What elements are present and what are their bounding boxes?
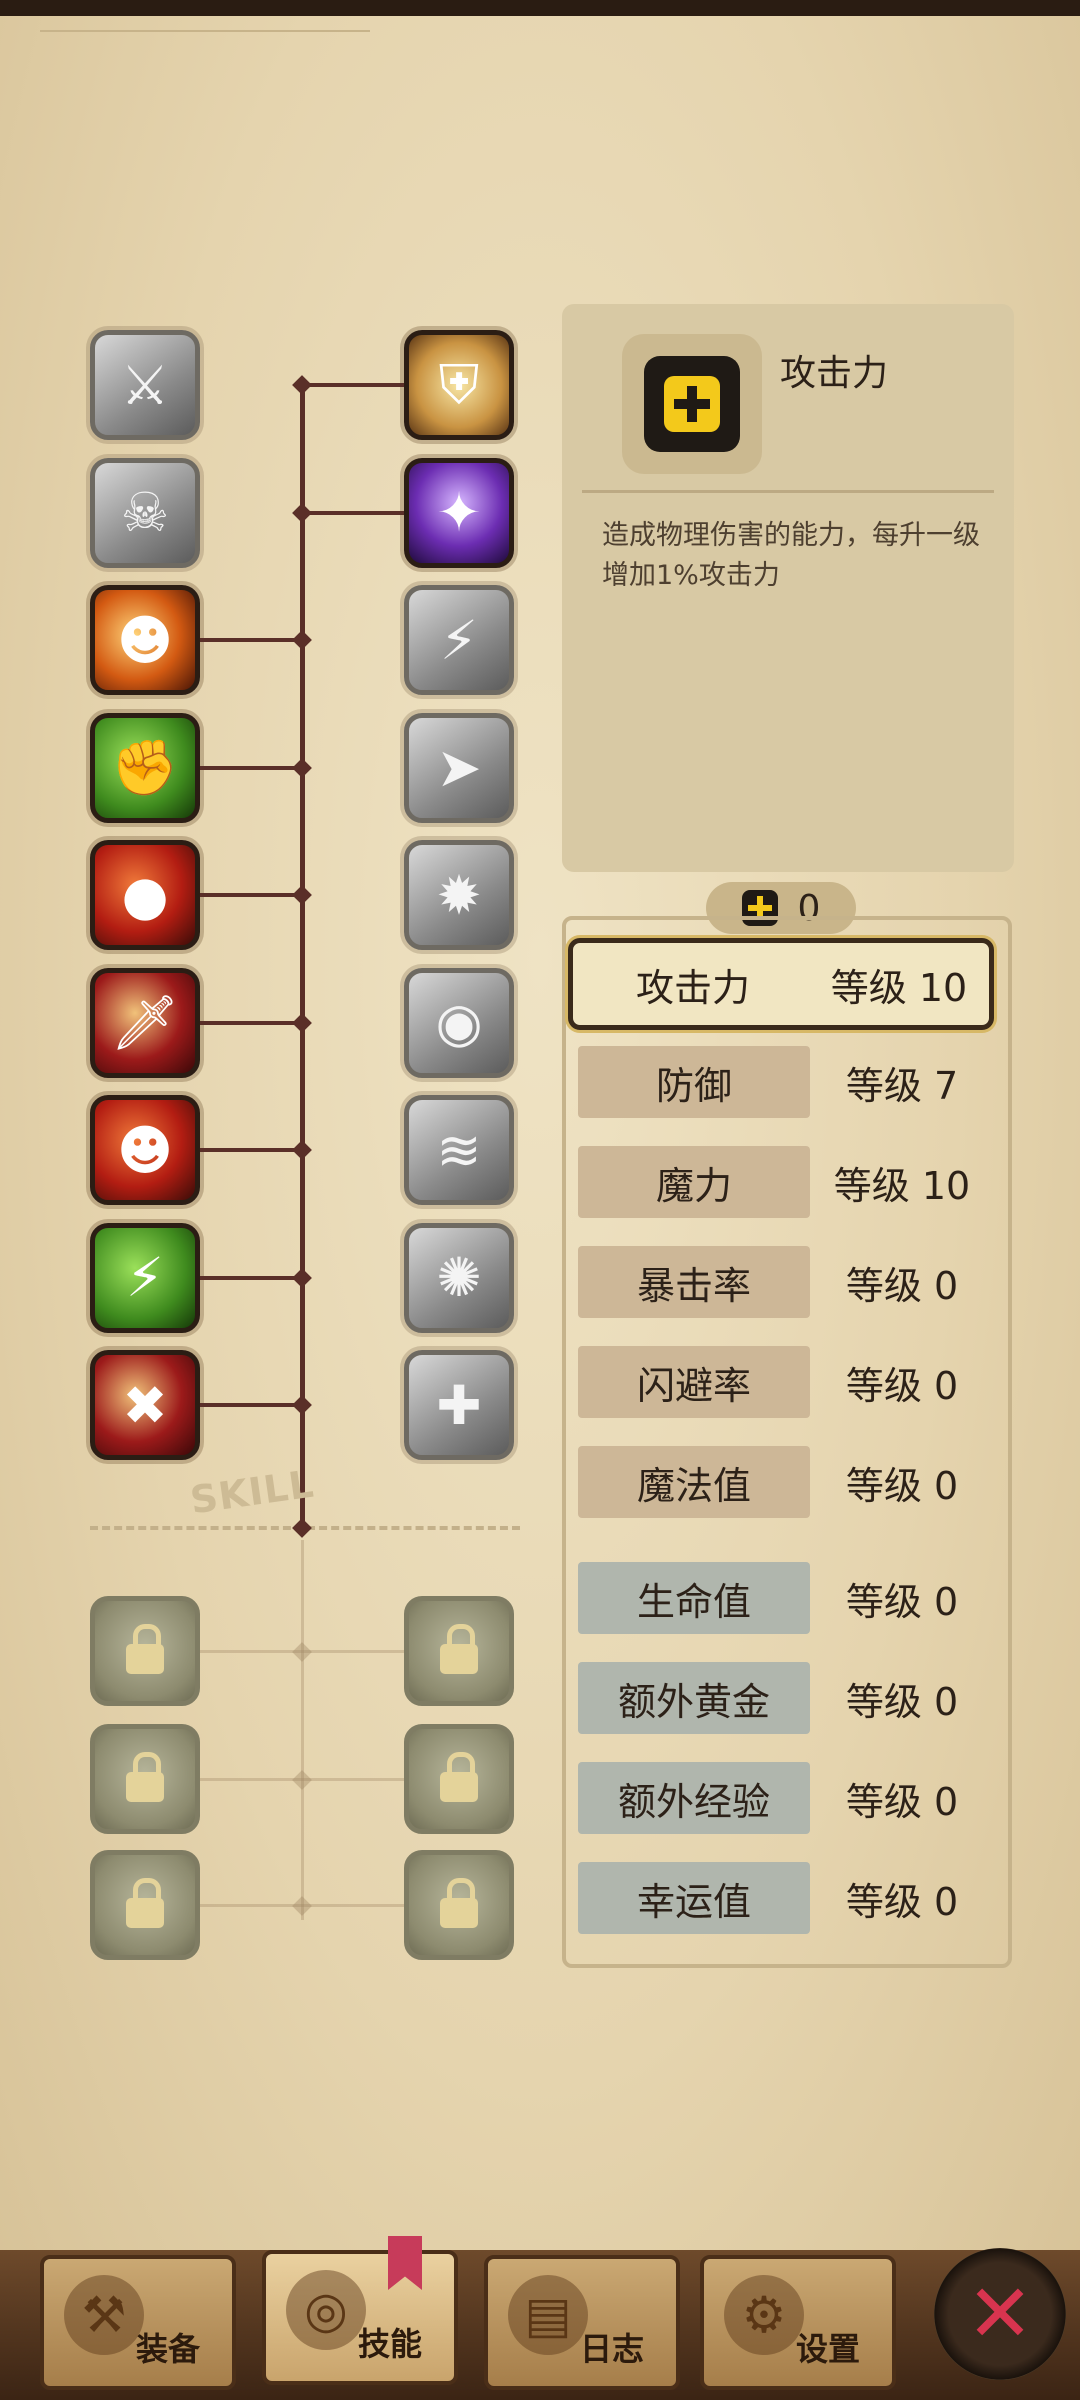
- stat-level: 等级 0: [845, 1463, 959, 1508]
- tree-branch: [200, 765, 302, 770]
- info-divider: [582, 490, 994, 493]
- stat-name: 攻击力: [635, 965, 750, 1010]
- axe-icon: ⚒: [64, 2275, 144, 2355]
- eye-icon[interactable]: ◉: [404, 967, 514, 1078]
- stat-row[interactable]: 防御 等级 7: [574, 1042, 994, 1122]
- stat-level: 等级 0: [845, 1779, 959, 1824]
- stat-row[interactable]: 暴击率 等级 0: [574, 1242, 994, 1322]
- stat-level: 等级 0: [845, 1879, 959, 1924]
- locked-skill-slot[interactable]: [90, 1596, 200, 1706]
- plus-icon: [664, 376, 720, 432]
- smash-icon[interactable]: ✹: [404, 840, 514, 950]
- tab-settings-label: 设置: [795, 2330, 860, 2368]
- top-decor-line: [40, 30, 370, 32]
- shield-icon[interactable]: ⛨: [404, 330, 514, 440]
- stat-level: 等级 0: [845, 1579, 959, 1624]
- tree-branch: [200, 638, 302, 642]
- lock-icon: [126, 1624, 164, 1674]
- lock-icon: [126, 1752, 164, 1802]
- stat-level: 等级 7: [845, 1063, 959, 1108]
- stat-row[interactable]: 额外黄金 等级 0: [574, 1658, 994, 1738]
- stat-level: 等级 0: [845, 1263, 959, 1308]
- stat-row[interactable]: 攻击力 等级 10: [568, 938, 994, 1030]
- info-description: 造成物理伤害的能力，每升一级增加1%攻击力: [602, 520, 980, 591]
- locked-skill-slot[interactable]: [90, 1724, 200, 1834]
- close-icon: ✕: [966, 2267, 1034, 2360]
- dagger-icon[interactable]: 🗡: [90, 967, 200, 1078]
- tab-settings[interactable]: ⚙ 设置: [700, 2255, 896, 2390]
- tree-branch: [200, 1020, 302, 1025]
- stat-row[interactable]: 魔法值 等级 0: [574, 1442, 994, 1522]
- lock-icon: [126, 1878, 164, 1928]
- info-title: 攻击力: [780, 353, 889, 394]
- stat-level: 等级 10: [830, 965, 968, 1010]
- tab-log-label: 日志: [579, 2330, 644, 2368]
- crossed-swords-icon[interactable]: ✖: [90, 1350, 200, 1460]
- locked-skill-slot[interactable]: [404, 1724, 514, 1834]
- stat-level: 等级 0: [845, 1679, 959, 1724]
- charge-icon[interactable]: ➤: [404, 712, 514, 823]
- stat-name: 幸运值: [578, 1862, 810, 1934]
- punch-icon[interactable]: ●: [90, 840, 200, 950]
- close-button[interactable]: ✕: [934, 2248, 1066, 2380]
- skill-info-panel: 攻击力 造成物理伤害的能力，每升一级增加1%攻击力: [562, 304, 1014, 872]
- tree-branch: [302, 383, 404, 387]
- rage-icon[interactable]: ☻: [90, 585, 200, 695]
- sparkle-icon[interactable]: ✚: [404, 1350, 514, 1460]
- stat-row[interactable]: 魔力 等级 10: [574, 1142, 994, 1222]
- stat-row[interactable]: 额外经验 等级 0: [574, 1758, 994, 1838]
- journal-icon: ▤: [508, 2275, 588, 2355]
- slash-icon[interactable]: ⚔: [90, 330, 200, 440]
- stat-level: 等级 10: [833, 1163, 971, 1208]
- lock-icon: [440, 1624, 478, 1674]
- cog-icon[interactable]: ✺: [404, 1222, 514, 1333]
- wind-icon[interactable]: ≋: [404, 1095, 514, 1205]
- tab-skills[interactable]: ◎ 技能: [262, 2250, 458, 2385]
- stat-name: 生命值: [578, 1562, 810, 1634]
- info-icon: [644, 356, 740, 452]
- stat-name: 额外黄金: [578, 1662, 810, 1734]
- lock-icon: [440, 1878, 478, 1928]
- locked-tree-trunk: [301, 1540, 304, 1920]
- ninja-icon[interactable]: ☻: [90, 1095, 200, 1205]
- locked-skill-slot[interactable]: [404, 1596, 514, 1706]
- stat-name: 魔法值: [578, 1446, 810, 1518]
- tree-branch: [200, 893, 302, 897]
- stat-row[interactable]: 闪避率 等级 0: [574, 1342, 994, 1422]
- stat-level: 等级 0: [845, 1363, 959, 1408]
- stat-name: 魔力: [578, 1146, 810, 1218]
- gear-icon: ⚙: [724, 2275, 804, 2355]
- tree-branch: [302, 510, 404, 515]
- locked-skill-slot[interactable]: [90, 1850, 200, 1960]
- skill-tree-trunk: [300, 378, 305, 1528]
- tree-branch: [200, 1403, 302, 1407]
- tree-branch: [200, 1275, 302, 1280]
- stat-name: 闪避率: [578, 1346, 810, 1418]
- stat-name: 额外经验: [578, 1762, 810, 1834]
- tab-equipment-label: 装备: [135, 2330, 200, 2368]
- lock-icon: [440, 1752, 478, 1802]
- locked-skill-slot[interactable]: [404, 1850, 514, 1960]
- stat-row[interactable]: 生命值 等级 0: [574, 1558, 994, 1638]
- tab-log[interactable]: ▤ 日志: [484, 2255, 680, 2390]
- thunder-icon[interactable]: ⚡: [404, 585, 514, 695]
- tab-skills-label: 技能: [357, 2325, 422, 2363]
- muscle-icon[interactable]: ✊: [90, 712, 200, 823]
- lightning-icon[interactable]: ⚡: [90, 1222, 200, 1333]
- top-border: [0, 0, 1080, 16]
- stat-row[interactable]: 幸运值 等级 0: [574, 1858, 994, 1938]
- stat-name: 防御: [578, 1046, 810, 1118]
- tab-equipment[interactable]: ⚒ 装备: [40, 2255, 236, 2390]
- magic-icon[interactable]: ✦: [404, 457, 514, 568]
- stat-name: 暴击率: [578, 1246, 810, 1318]
- skill-ring-icon: ◎: [286, 2270, 366, 2350]
- tree-branch: [200, 1148, 302, 1152]
- bone-icon[interactable]: ☠: [90, 457, 200, 568]
